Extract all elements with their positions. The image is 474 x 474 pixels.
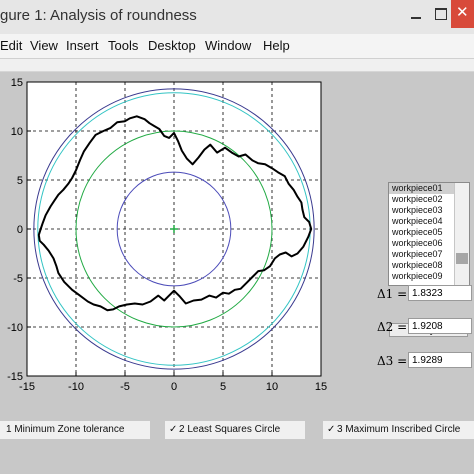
list-item-workpiece02[interactable]: workpiece02 [389, 194, 456, 205]
window-title: gure 1: Analysis of roundness [0, 7, 197, 24]
x-tick-label: -10 [68, 381, 84, 393]
menu-help[interactable]: Help [263, 38, 290, 53]
checkbox-least-squares[interactable]: ✓ 2 Least Squares Circle [165, 421, 305, 439]
check-icon: ✓ [327, 424, 336, 435]
menu-view[interactable]: View [30, 38, 58, 53]
menu-desktop[interactable]: Desktop [148, 38, 196, 53]
minimize-button[interactable] [402, 0, 430, 28]
delta3-label: Δ3 = [377, 354, 408, 368]
list-item-workpiece06[interactable]: workpiece06 [389, 238, 456, 249]
y-tick-label: 15 [11, 77, 23, 89]
checkbox-label: 3 Maximum Inscribed Circle [337, 424, 461, 435]
list-item-workpiece05[interactable]: workpiece05 [389, 227, 456, 238]
close-button[interactable]: ✕ [451, 0, 474, 28]
menu-window[interactable]: Window [205, 38, 251, 53]
close-icon: ✕ [456, 4, 469, 21]
menu-tools[interactable]: Tools [108, 38, 138, 53]
y-tick-label: 5 [17, 175, 23, 187]
x-tick-label: 5 [220, 381, 226, 393]
list-item-workpiece07[interactable]: workpiece07 [389, 249, 456, 260]
scrollbar-thumb[interactable] [456, 253, 468, 264]
y-tick-label: 10 [11, 126, 23, 138]
delta1-field[interactable]: 1.8323 [408, 285, 472, 301]
maximize-icon [435, 8, 447, 20]
delta2-field[interactable]: 1.9208 [408, 318, 472, 334]
workpiece-listbox[interactable]: workpiece01 workpiece02 workpiece03 work… [388, 182, 470, 286]
listbox-scrollbar[interactable] [454, 183, 469, 285]
list-item-workpiece01[interactable]: workpiece01 [389, 183, 456, 194]
checkbox-label: 2 Least Squares Circle [179, 424, 281, 435]
check-icon: ✓ [169, 424, 178, 435]
toolbar [0, 59, 474, 72]
delta2-label: Δ2 = [377, 320, 408, 334]
y-tick-label: -5 [13, 273, 23, 285]
x-tick-label: 15 [315, 381, 327, 393]
y-tick-label: -15 [7, 371, 23, 383]
list-item-workpiece04[interactable]: workpiece04 [389, 216, 456, 227]
list-item-workpiece03[interactable]: workpiece03 [389, 205, 456, 216]
checkbox-label: 1 Minimum Zone tolerance [6, 424, 125, 435]
delta3-field[interactable]: 1.9289 [408, 352, 472, 368]
checkbox-max-inscribed[interactable]: ✓ 3 Maximum Inscribed Circle [323, 421, 474, 439]
menu-insert[interactable]: Insert [66, 38, 99, 53]
x-tick-label: -5 [120, 381, 130, 393]
title-bar: gure 1: Analysis of roundness ✕ [0, 0, 474, 35]
list-item-workpiece08[interactable]: workpiece08 [389, 260, 456, 271]
x-tick-label: 0 [171, 381, 177, 393]
y-tick-label: -10 [7, 322, 23, 334]
delta1-label: Δ1 = [377, 287, 408, 301]
figure-area: -15 15 -10 10 -5 5 0 0 5 -5 10 -10 15 -15 workpiece01… [0, 72, 474, 474]
menu-bar: Edit View Insert Tools Desktop Window He… [0, 34, 474, 59]
menu-edit[interactable]: Edit [0, 38, 22, 53]
x-tick-label: 10 [266, 381, 278, 393]
list-item-workpiece09[interactable]: workpiece09 [389, 271, 456, 282]
minimize-icon [411, 17, 421, 19]
y-tick-label: 0 [17, 224, 23, 236]
checkbox-minimum-zone[interactable]: 1 Minimum Zone tolerance [0, 421, 150, 439]
